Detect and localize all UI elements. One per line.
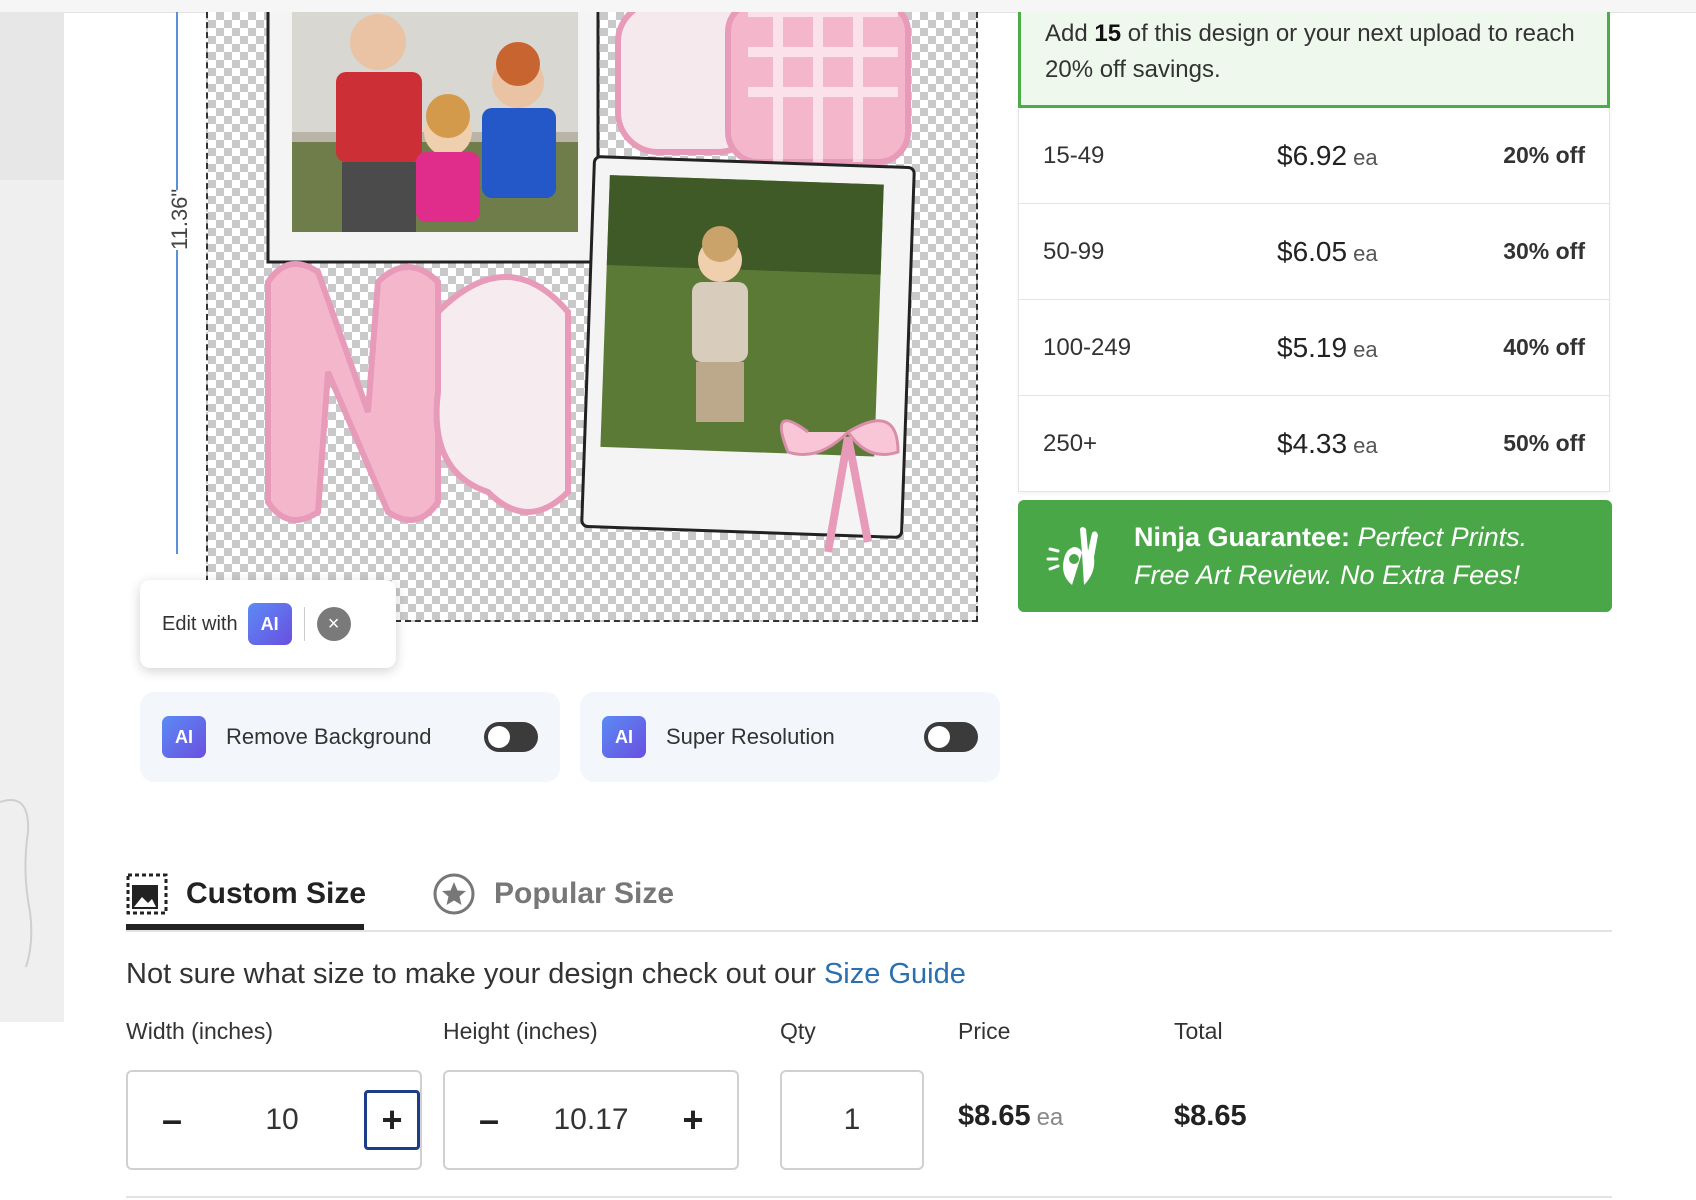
width-input[interactable]: 10: [200, 1103, 364, 1137]
height-ruler: [176, 12, 178, 554]
tier-discount: 30% off: [1503, 238, 1585, 264]
tier-price: $6.05 ea: [1277, 236, 1378, 268]
height-stepper: – 10.17 +: [443, 1070, 739, 1170]
toggle-knob: [928, 726, 950, 748]
tab-custom-size[interactable]: Custom Size: [126, 860, 367, 930]
tier-price: $4.33 ea: [1277, 428, 1378, 460]
total-price: $8.65: [1174, 1100, 1247, 1132]
polaroid-top-left: [266, 12, 600, 264]
price-tier-row: 250+ $4.33 ea 50% off: [1019, 396, 1609, 491]
tier-price: $6.92 ea: [1277, 140, 1378, 172]
custom-size-icon: [126, 873, 168, 915]
qty-input[interactable]: 1: [780, 1070, 924, 1170]
size-hint: Not sure what size to make your design c…: [126, 958, 966, 991]
left-thumbnail-strip: [0, 12, 64, 1022]
height-increment-button[interactable]: +: [665, 1090, 721, 1150]
guarantee-line2: Free Art Review. No Extra Fees!: [1134, 560, 1521, 590]
guarantee-line1: Perfect Prints.: [1350, 522, 1528, 552]
tab-custom-size-label: Custom Size: [186, 877, 367, 910]
super-resolution-card[interactable]: AI Super Resolution: [580, 692, 1000, 782]
promo-prefix: Add: [1045, 20, 1095, 47]
tier-discount: 20% off: [1503, 142, 1585, 168]
star-icon: [432, 872, 476, 916]
width-increment-button[interactable]: +: [364, 1090, 420, 1150]
price-tier-row: 100-249 $5.19 ea 40% off: [1019, 300, 1609, 396]
active-tab-underline: [126, 924, 364, 930]
total-label: Total: [1174, 1018, 1223, 1044]
tier-unit: ea: [1353, 240, 1378, 266]
tier-range: 15-49: [1043, 141, 1105, 169]
ai-badge[interactable]: AI: [247, 603, 292, 645]
price-tier-row: 15-49 $6.92 ea 20% off: [1019, 108, 1609, 204]
height-ruler-label: 11.36": [167, 188, 192, 250]
polaroid-bottom-right: [580, 155, 916, 553]
ai-badge: AI: [602, 716, 646, 758]
form-divider: [126, 1196, 1612, 1198]
price-tier-row: 50-99 $6.05 ea 30% off: [1019, 204, 1609, 300]
size-tabs: Custom Size Popular Size: [126, 860, 1612, 932]
super-resolution-toggle[interactable]: [924, 722, 978, 752]
tier-price-value: $6.05: [1277, 235, 1348, 267]
size-hint-text: Not sure what size to make your design c…: [126, 958, 824, 990]
sketch-thumbnail: [0, 799, 33, 968]
design-canvas[interactable]: [206, 12, 978, 622]
super-resolution-label: Super Resolution: [666, 724, 835, 749]
tab-popular-size-label: Popular Size: [494, 877, 675, 910]
qty-label: Qty: [780, 1018, 816, 1044]
tier-range: 100-249: [1043, 333, 1132, 361]
edit-with-ai-chip[interactable]: Edit with AI ×: [140, 580, 396, 668]
close-icon[interactable]: ×: [316, 607, 351, 641]
tier-price: $5.19 ea: [1277, 332, 1378, 364]
tier-unit: ea: [1353, 432, 1378, 458]
unit-price-value: $8.65: [958, 1100, 1031, 1132]
tier-range: 50-99: [1043, 237, 1105, 265]
price-tier-table: 15-49 $6.92 ea 20% off 50-99 $6.05 ea 30% …: [1018, 108, 1610, 492]
design-artwork: [265, 12, 916, 553]
width-decrement-button[interactable]: –: [144, 1090, 200, 1150]
tier-price-value: $4.33: [1277, 427, 1348, 459]
letter-decor-top: [615, 12, 911, 165]
promo-qty: 15: [1094, 20, 1122, 47]
tier-unit: ea: [1353, 144, 1378, 170]
left-strip-tab[interactable]: [0, 12, 64, 180]
tier-discount: 50% off: [1503, 430, 1585, 456]
price-label: Price: [958, 1018, 1011, 1044]
promo-suffix: of this design or your next upload to re…: [1045, 20, 1575, 83]
edit-with-label: Edit with: [162, 612, 238, 635]
guarantee-title: Ninja Guarantee:: [1134, 522, 1351, 552]
unit-price: $8.65 ea: [958, 1100, 1063, 1133]
height-label: Height (inches): [443, 1018, 598, 1044]
volume-discount-promo: Add 15 of this design or your next uploa…: [1018, 12, 1610, 108]
letter-decor-bottom: [265, 261, 571, 523]
ok-hand-icon: [1046, 527, 1098, 585]
tier-range: 250+: [1043, 429, 1098, 457]
toggle-knob: [488, 726, 510, 748]
height-input[interactable]: 10.17: [517, 1103, 665, 1137]
remove-background-card[interactable]: AI Remove Background: [140, 692, 560, 782]
guarantee-text: Ninja Guarantee: Perfect Prints. Free Ar…: [1134, 518, 1527, 594]
size-guide-link[interactable]: Size Guide: [824, 958, 966, 990]
remove-background-toggle[interactable]: [484, 722, 538, 752]
unit-price-unit: ea: [1036, 1104, 1064, 1131]
ai-badge: AI: [162, 716, 206, 758]
tier-unit: ea: [1353, 336, 1378, 362]
chip-divider: [303, 607, 305, 641]
width-stepper: – 10 +: [126, 1070, 422, 1170]
ninja-guarantee-banner: Ninja Guarantee: Perfect Prints. Free Ar…: [1018, 500, 1612, 612]
height-decrement-button[interactable]: –: [461, 1090, 517, 1150]
width-label: Width (inches): [126, 1018, 273, 1044]
remove-background-label: Remove Background: [226, 724, 432, 749]
tier-price-value: $6.92: [1277, 139, 1348, 171]
tier-discount: 40% off: [1503, 334, 1585, 360]
tab-popular-size[interactable]: Popular Size: [432, 860, 674, 928]
tier-price-value: $5.19: [1277, 331, 1348, 363]
